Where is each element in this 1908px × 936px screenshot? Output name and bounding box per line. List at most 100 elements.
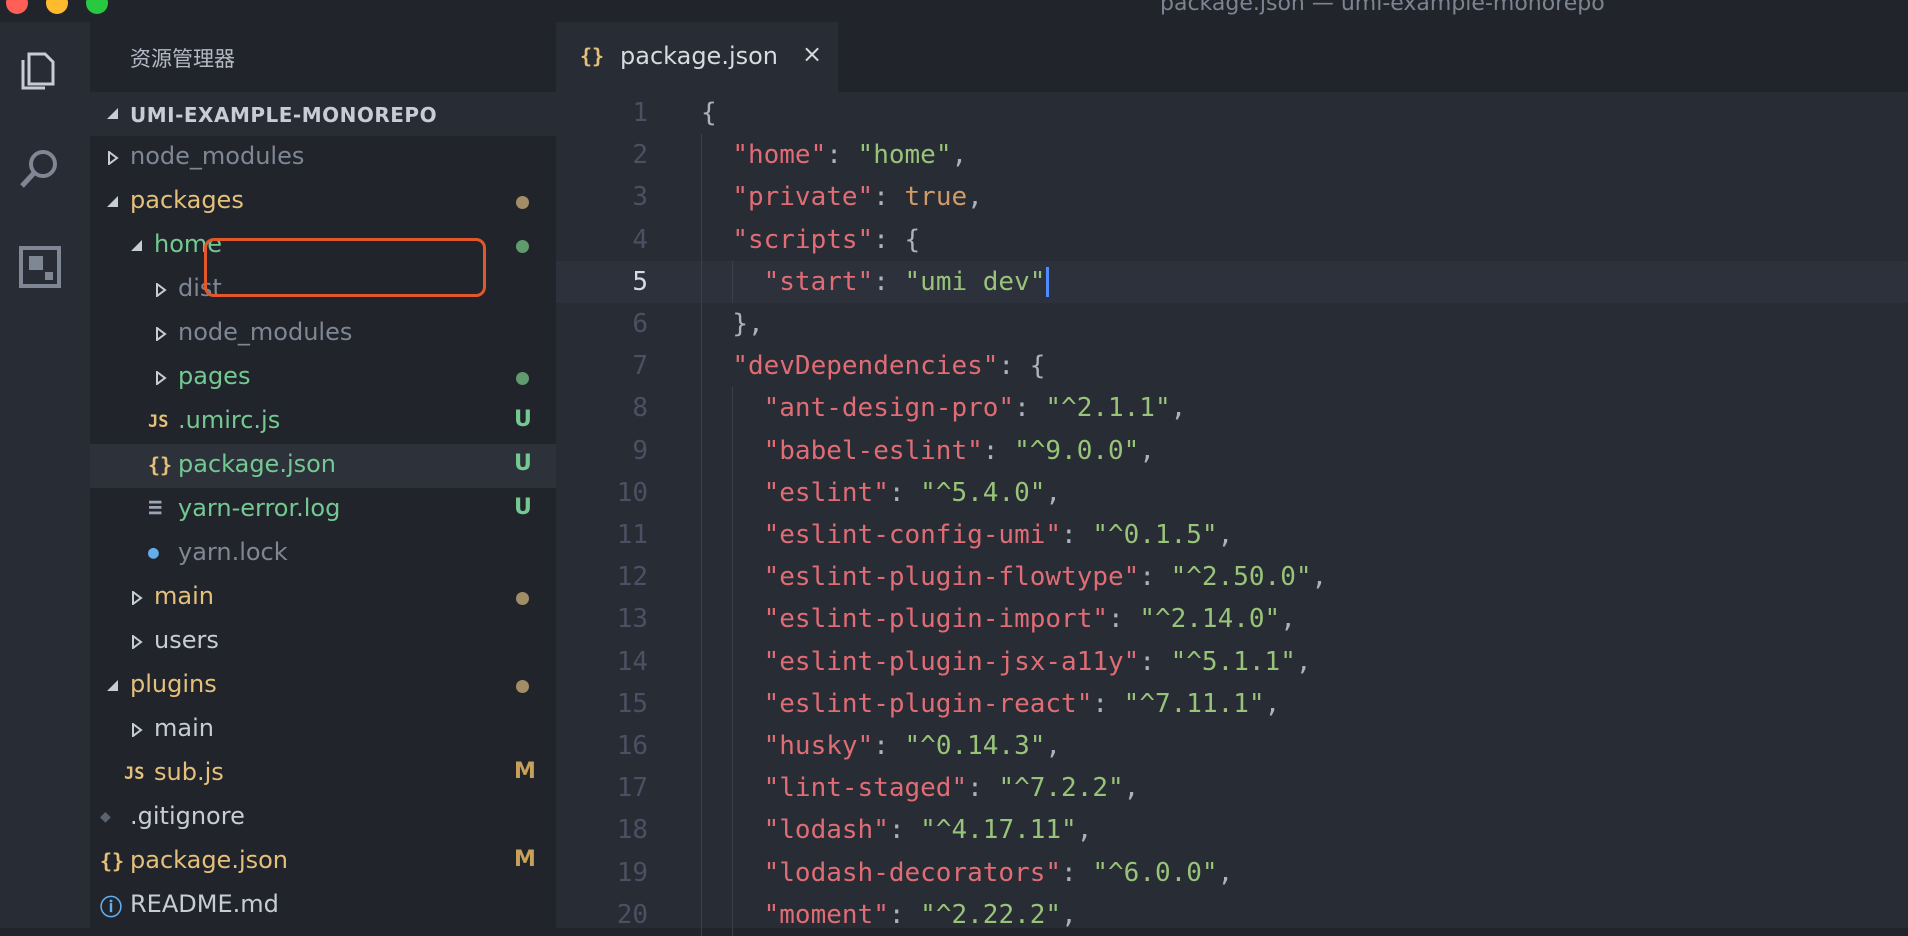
tree-item-package-json[interactable]: {} package.json M bbox=[90, 840, 556, 884]
yarn-icon: ● bbox=[148, 542, 159, 563]
chevron-right-icon bbox=[156, 371, 167, 385]
code-line[interactable]: 4 "scripts": { bbox=[556, 218, 1908, 261]
code-line[interactable]: 16 "husky": "^0.14.3", bbox=[556, 725, 1908, 768]
code-token: : bbox=[1014, 393, 1046, 424]
code-line[interactable]: 10 "eslint": "^5.4.0", bbox=[556, 471, 1908, 514]
code-line[interactable]: 17 "lint-staged": "^7.2.2", bbox=[556, 767, 1908, 810]
zoom-window-button[interactable] bbox=[86, 0, 108, 14]
line-number: 5 bbox=[632, 266, 648, 297]
code-token: "eslint-plugin-jsx-a11y" bbox=[763, 646, 1140, 677]
tree-item-node-modules[interactable]: node_modules bbox=[90, 312, 556, 356]
code-token: , bbox=[1170, 393, 1187, 424]
code-line[interactable]: 8 "ant-design-pro": "^2.1.1", bbox=[556, 387, 1908, 430]
code-token: "moment" bbox=[763, 899, 889, 930]
tree-item-label: yarn-error.log bbox=[178, 494, 341, 522]
code-token: "^5.1.1" bbox=[1170, 646, 1296, 677]
tree-item-sub-js[interactable]: JS sub.js M bbox=[90, 752, 556, 796]
git-icon: ◆ bbox=[100, 806, 111, 827]
code-line[interactable]: 9 "babel-eslint": "^9.0.0", bbox=[556, 429, 1908, 472]
tree-item-readme-md[interactable]: ⓘ README.md bbox=[90, 884, 556, 928]
code-token: : bbox=[982, 435, 1015, 466]
code-text: "moment": "^2.22.2", bbox=[764, 900, 1077, 930]
status-dot bbox=[516, 680, 529, 693]
tree-item-node-modules[interactable]: node_modules bbox=[90, 136, 556, 180]
code-token: "lint-staged" bbox=[763, 773, 968, 804]
code-token: "eslint-plugin-flowtype" bbox=[763, 562, 1140, 593]
tree-item-packages[interactable]: packages bbox=[90, 180, 556, 224]
minimize-window-button[interactable] bbox=[46, 0, 68, 14]
code-token: true bbox=[904, 182, 968, 213]
line-number: 12 bbox=[616, 562, 648, 593]
code-text: "lint-staged": "^7.2.2", bbox=[764, 773, 1140, 803]
code-editor[interactable]: 1{2 "home": "home", 3 "private": true, 4 "scr… bbox=[556, 92, 1908, 936]
text-cursor bbox=[1046, 267, 1050, 298]
close-window-button[interactable] bbox=[6, 0, 28, 14]
js-file-icon: JS bbox=[148, 412, 169, 432]
line-number: 1 bbox=[632, 98, 648, 128]
indent-guide bbox=[701, 556, 702, 599]
code-token: : bbox=[1092, 688, 1124, 719]
tree-item-pages[interactable]: pages bbox=[90, 356, 556, 400]
tree-item-gitignore[interactable]: ◆ .gitignore bbox=[90, 796, 556, 840]
indent-guide bbox=[701, 176, 702, 219]
code-token: : bbox=[873, 731, 905, 761]
code-line[interactable]: 7 "devDependencies": { bbox=[556, 345, 1908, 388]
indent-guide bbox=[701, 893, 702, 936]
code-line[interactable]: 20 "moment": "^2.22.2", bbox=[556, 893, 1908, 936]
code-token: "^2.1.1" bbox=[1045, 393, 1171, 424]
workspace-root-header[interactable]: UMI-EXAMPLE-MONOREPO bbox=[90, 92, 556, 136]
code-line[interactable]: 15 "eslint-plugin-react": "^7.11.1", bbox=[556, 682, 1908, 725]
json-file-icon: {} bbox=[100, 849, 125, 873]
code-line[interactable]: 13 "eslint-plugin-import": "^2.14.0", bbox=[556, 598, 1908, 641]
tree-item-package-json[interactable]: {} package.json U bbox=[90, 444, 556, 488]
code-text: "eslint-plugin-import": "^2.14.0", bbox=[764, 604, 1296, 634]
close-icon[interactable]: × bbox=[802, 40, 822, 68]
code-line[interactable]: 3 "private": true, bbox=[556, 176, 1908, 219]
tree-item-main[interactable]: main bbox=[90, 708, 556, 752]
json-file-icon: {} bbox=[148, 453, 173, 477]
code-token: "^7.11.1" bbox=[1123, 688, 1265, 719]
code-line[interactable]: 11 "eslint-config-umi": "^0.1.5", bbox=[556, 514, 1908, 557]
code-line[interactable]: 14 "eslint-plugin-jsx-a11y": "^5.1.1", bbox=[556, 640, 1908, 683]
files-icon[interactable] bbox=[15, 46, 65, 96]
code-line[interactable]: 18 "lodash": "^4.17.11", bbox=[556, 809, 1908, 852]
tree-item-umirc-js[interactable]: JS .umirc.js U bbox=[90, 400, 556, 444]
code-token: : { bbox=[873, 224, 921, 255]
tree-item-plugins[interactable]: plugins bbox=[90, 664, 556, 708]
code-token: "ant-design-pro" bbox=[763, 393, 1015, 424]
chevron-down-icon bbox=[107, 680, 118, 691]
extensions-icon[interactable] bbox=[15, 242, 65, 292]
tree-item-label: package.json bbox=[178, 450, 337, 478]
tree-item-users[interactable]: users bbox=[90, 620, 556, 664]
indent-guide bbox=[701, 387, 702, 430]
search-icon[interactable] bbox=[15, 144, 65, 194]
code-line[interactable]: 2 "home": "home", bbox=[556, 134, 1908, 177]
tree-item-yarn-error-log[interactable]: ≡ yarn-error.log U bbox=[90, 488, 556, 532]
code-token: , bbox=[1217, 857, 1234, 888]
code-token: : bbox=[1061, 857, 1093, 888]
indent-guide bbox=[732, 471, 734, 514]
code-token: "^2.22.2" bbox=[920, 899, 1062, 930]
code-token: , bbox=[951, 140, 968, 171]
tree-item-label: pages bbox=[178, 362, 251, 390]
tree-item-main[interactable]: main bbox=[90, 576, 556, 620]
status-dot bbox=[516, 592, 529, 605]
code-token: "^0.14.3" bbox=[904, 731, 1046, 761]
code-token: , bbox=[1061, 899, 1077, 930]
line-number: 7 bbox=[632, 351, 648, 382]
code-token: "lodash-decorators" bbox=[763, 857, 1062, 888]
tab-package-json[interactable]: {} package.json × bbox=[556, 22, 838, 92]
indent-guide bbox=[701, 345, 702, 388]
code-line[interactable]: 1{ bbox=[556, 92, 1908, 134]
code-line[interactable]: 19 "lodash-decorators": "^6.0.0", bbox=[556, 851, 1908, 894]
code-text: "lodash-decorators": "^6.0.0", bbox=[764, 858, 1234, 888]
code-text: "eslint-config-umi": "^0.1.5", bbox=[764, 520, 1234, 550]
indent-guide bbox=[732, 429, 734, 472]
code-line[interactable]: 12 "eslint-plugin-flowtype": "^2.50.0", bbox=[556, 556, 1908, 599]
code-token: "husky" bbox=[763, 731, 874, 761]
code-line[interactable]: 5 "start": "umi dev" bbox=[556, 260, 1908, 303]
status-dot bbox=[516, 372, 529, 385]
tree-item-label: .gitignore bbox=[130, 802, 245, 830]
tree-item-yarn-lock[interactable]: ● yarn.lock bbox=[90, 532, 556, 576]
code-line[interactable]: 6}, bbox=[556, 303, 1908, 346]
